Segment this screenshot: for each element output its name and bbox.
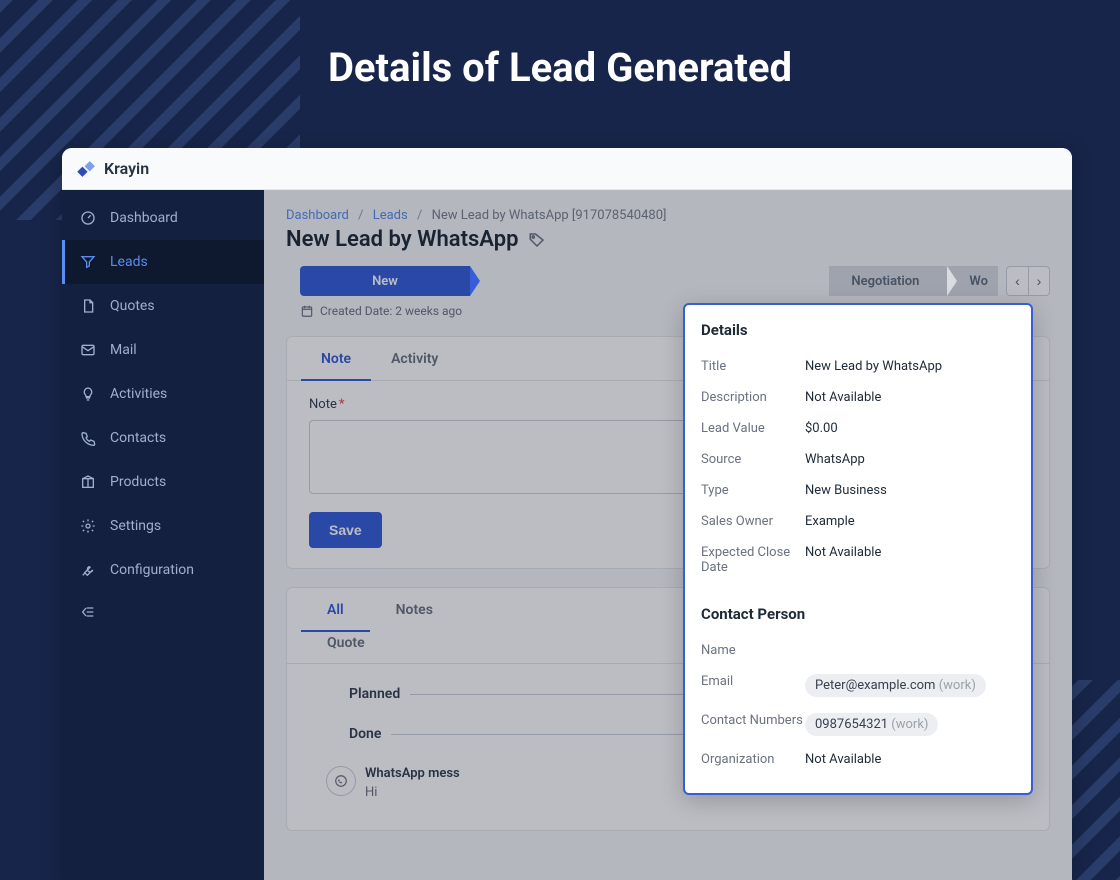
breadcrumb: Dashboard / Leads / New Lead by WhatsApp… <box>264 190 1072 223</box>
gear-icon <box>78 518 98 534</box>
document-icon <box>78 298 98 314</box>
detail-expected-close: Not Available <box>805 545 1015 575</box>
topbar: Krayin <box>62 148 1072 190</box>
sidebar-item-label: Activities <box>110 386 167 402</box>
contact-numbers: 0987654321 (work) <box>805 713 1015 736</box>
brand-name: Krayin <box>104 159 149 178</box>
pipeline-stages: New Negotiation Wo ‹ › <box>264 266 1072 296</box>
box-icon <box>78 474 98 490</box>
activity-tab-all[interactable]: All <box>301 588 370 632</box>
phone-icon <box>78 430 98 446</box>
sidebar-item-contacts[interactable]: Contacts <box>62 416 264 460</box>
sidebar-item-quotes[interactable]: Quotes <box>62 284 264 328</box>
sidebar-collapse-toggle[interactable] <box>62 592 264 632</box>
main-content: Dashboard / Leads / New Lead by WhatsApp… <box>264 190 1072 880</box>
wrench-icon <box>78 562 98 578</box>
collapse-icon <box>78 604 98 620</box>
details-heading: Details <box>701 321 1015 339</box>
sidebar-item-dashboard[interactable]: Dashboard <box>62 196 264 240</box>
sidebar-item-label: Mail <box>110 342 137 358</box>
sidebar-item-label: Settings <box>110 518 161 534</box>
gauge-icon <box>78 210 98 226</box>
breadcrumb-dashboard[interactable]: Dashboard <box>286 208 349 223</box>
detail-sales-owner: Example <box>805 514 1015 529</box>
contact-name <box>805 643 1015 658</box>
calendar-icon <box>300 304 314 318</box>
detail-title: New Lead by WhatsApp <box>805 359 1015 374</box>
whatsapp-icon <box>326 766 356 796</box>
detail-description: Not Available <box>805 390 1015 405</box>
breadcrumb-separator: / <box>358 208 363 223</box>
tag-icon[interactable] <box>528 231 546 249</box>
sidebar-item-label: Contacts <box>110 430 166 446</box>
sidebar-item-activities[interactable]: Activities <box>62 372 264 416</box>
sidebar-item-label: Configuration <box>110 562 194 578</box>
sidebar-item-label: Products <box>110 474 166 490</box>
brand-logo-icon <box>76 158 98 180</box>
stage-negotiation[interactable]: Negotiation <box>829 266 947 296</box>
contact-organization: Not Available <box>805 752 1015 767</box>
detail-type: New Business <box>805 483 1015 498</box>
contact-email: Peter@example.com (work) <box>805 674 1015 697</box>
sidebar-item-mail[interactable]: Mail <box>62 328 264 372</box>
sidebar-item-label: Dashboard <box>110 210 178 226</box>
breadcrumb-leads[interactable]: Leads <box>373 208 408 223</box>
stage-next-button[interactable]: › <box>1028 266 1050 296</box>
sidebar-item-label: Quotes <box>110 298 155 314</box>
sidebar: Dashboard Leads Quotes Mail Activities C… <box>62 190 264 880</box>
activity-tab-notes[interactable]: Notes <box>370 588 459 631</box>
timeline-item-body: Hi <box>365 785 460 800</box>
sidebar-item-label: Leads <box>110 254 148 270</box>
mail-icon <box>78 342 98 358</box>
lead-title: New Lead by WhatsApp <box>286 227 518 252</box>
save-button[interactable]: Save <box>309 512 382 548</box>
app-window: Krayin Dashboard Leads Quotes Mail <box>62 148 1072 880</box>
detail-lead-value: $0.00 <box>805 421 1015 436</box>
bulb-icon <box>78 386 98 402</box>
contact-heading: Contact Person <box>701 605 1015 623</box>
timeline-item-title: WhatsApp mess <box>365 766 460 781</box>
tab-activity[interactable]: Activity <box>371 337 458 380</box>
tab-note[interactable]: Note <box>301 337 371 381</box>
funnel-icon <box>78 254 98 270</box>
details-popover: Details TitleNew Lead by WhatsApp Descri… <box>683 303 1033 795</box>
breadcrumb-current: New Lead by WhatsApp [917078540480] <box>432 208 667 223</box>
stage-prev-button[interactable]: ‹ <box>1006 266 1028 296</box>
page-title: Details of Lead Generated <box>0 44 1120 91</box>
breadcrumb-separator: / <box>417 208 422 223</box>
sidebar-item-products[interactable]: Products <box>62 460 264 504</box>
sidebar-item-settings[interactable]: Settings <box>62 504 264 548</box>
sidebar-item-configuration[interactable]: Configuration <box>62 548 264 592</box>
stage-pager: ‹ › <box>1006 266 1050 296</box>
sidebar-item-leads[interactable]: Leads <box>62 240 264 284</box>
stage-new[interactable]: New <box>300 266 470 296</box>
detail-source: WhatsApp <box>805 452 1015 467</box>
